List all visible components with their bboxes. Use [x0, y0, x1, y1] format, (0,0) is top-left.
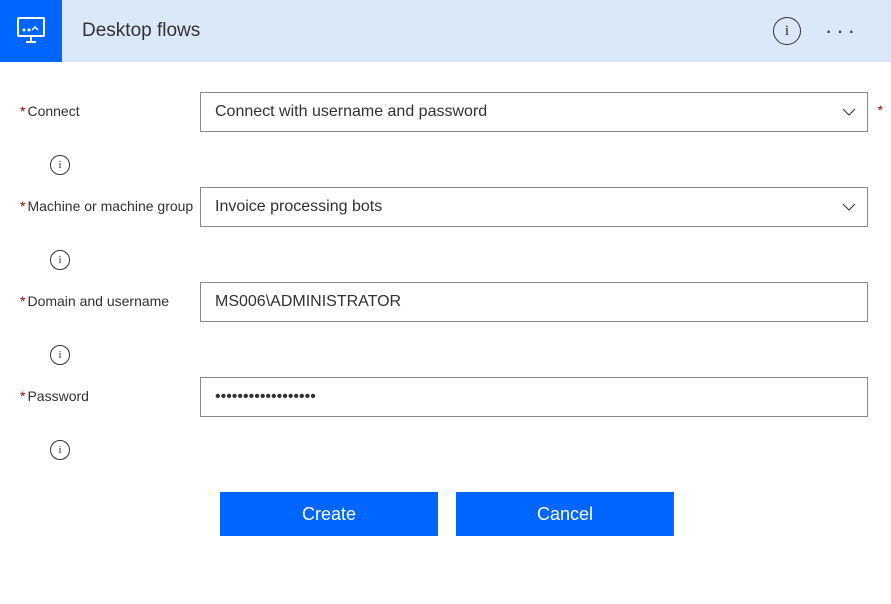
label-password-text: Password	[27, 388, 88, 404]
desktop-icon	[14, 16, 48, 46]
machine-select-value: Invoice processing bots	[215, 198, 382, 216]
chevron-down-icon	[841, 199, 857, 215]
label-machine-text: Machine or machine group	[27, 198, 193, 214]
label-connect-text: Connect	[27, 103, 79, 119]
connect-select[interactable]: Connect with username and password	[200, 92, 868, 132]
field-domain	[200, 282, 871, 322]
label-connect: *Connect	[20, 92, 200, 120]
field-machine: Invoice processing bots	[200, 187, 871, 227]
field-password	[200, 377, 871, 417]
domain-username-input[interactable]	[200, 282, 868, 322]
row-password: *Password	[20, 377, 871, 417]
label-password: *Password	[20, 377, 200, 405]
connect-select-value: Connect with username and password	[215, 103, 487, 121]
row-domain: *Domain and username	[20, 282, 871, 322]
label-domain-text: Domain and username	[27, 293, 169, 309]
header-bar: Desktop flows i ···	[0, 0, 891, 62]
required-marker: *	[878, 102, 883, 118]
button-row: Create Cancel	[20, 472, 871, 536]
info-icon[interactable]: i	[773, 17, 801, 45]
info-icon-password[interactable]: i	[50, 440, 70, 460]
more-options-icon[interactable]: ···	[825, 18, 867, 44]
help-machine: i	[20, 237, 871, 282]
info-icon-machine[interactable]: i	[50, 250, 70, 270]
label-domain: *Domain and username	[20, 282, 200, 310]
row-connect: *Connect Connect with username and passw…	[20, 92, 871, 132]
help-domain: i	[20, 332, 871, 377]
cancel-button[interactable]: Cancel	[456, 492, 674, 536]
help-connect: i	[20, 142, 871, 187]
label-machine: *Machine or machine group	[20, 187, 200, 215]
create-button[interactable]: Create	[220, 492, 438, 536]
form-area: *Connect Connect with username and passw…	[0, 62, 891, 566]
chevron-down-icon	[841, 104, 857, 120]
app-icon	[0, 0, 62, 62]
header-title: Desktop flows	[82, 20, 200, 42]
info-icon-connect[interactable]: i	[50, 155, 70, 175]
header-left: Desktop flows	[0, 0, 200, 62]
password-input[interactable]	[200, 377, 868, 417]
header-right: i ···	[773, 17, 867, 45]
row-machine: *Machine or machine group Invoice proces…	[20, 187, 871, 227]
machine-select[interactable]: Invoice processing bots	[200, 187, 868, 227]
help-password: i	[20, 427, 871, 472]
field-connect: Connect with username and password *	[200, 92, 871, 132]
info-icon-domain[interactable]: i	[50, 345, 70, 365]
